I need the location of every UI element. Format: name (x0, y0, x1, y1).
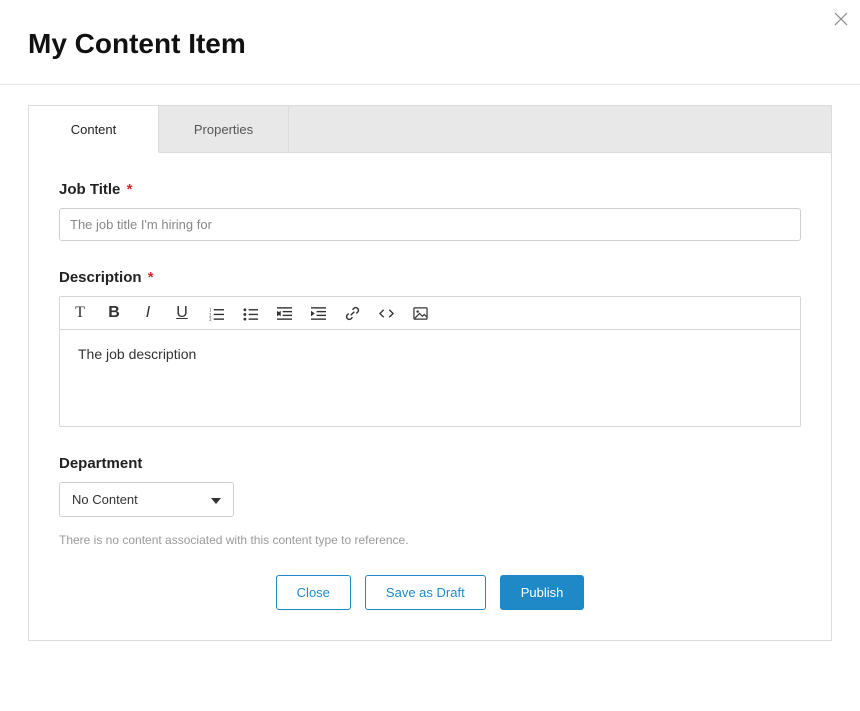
required-indicator: * (127, 181, 133, 198)
code-icon[interactable] (378, 305, 394, 321)
indent-icon[interactable] (310, 305, 326, 321)
publish-button[interactable]: Publish (500, 575, 585, 610)
department-hint: There is no content associated with this… (59, 533, 801, 547)
outdent-icon[interactable] (276, 305, 292, 321)
job-title-label: Job Title * (59, 181, 801, 198)
format-text-icon[interactable]: T (72, 305, 88, 321)
description-label-text: Description (59, 269, 142, 286)
field-department: Department No Content There is no conten… (59, 455, 801, 547)
close-button[interactable]: Close (276, 575, 351, 610)
close-icon[interactable] (834, 12, 848, 26)
job-title-input[interactable] (59, 208, 801, 241)
rich-text-editor: T B I U 123 (59, 296, 801, 427)
rte-toolbar: T B I U 123 (60, 297, 800, 330)
image-icon[interactable] (412, 305, 428, 321)
department-selected-value: No Content (72, 492, 138, 507)
save-draft-button[interactable]: Save as Draft (365, 575, 486, 610)
department-label: Department (59, 455, 801, 472)
chevron-down-icon (211, 492, 221, 507)
underline-icon[interactable]: U (174, 305, 190, 321)
svg-text:3: 3 (209, 318, 212, 321)
description-input[interactable]: The job description (60, 330, 800, 426)
dialog-header: My Content Item (0, 0, 860, 84)
ordered-list-icon[interactable]: 123 (208, 305, 224, 321)
tab-content[interactable]: Content (29, 106, 159, 153)
bold-icon[interactable]: B (106, 305, 122, 321)
department-select[interactable]: No Content (59, 482, 234, 517)
content-panel: Content Properties Job Title * Descripti… (28, 105, 832, 641)
description-label: Description * (59, 269, 801, 286)
field-description: Description * T B I U 123 (59, 269, 801, 427)
required-indicator: * (148, 269, 154, 286)
tab-bar: Content Properties (29, 106, 831, 153)
job-title-label-text: Job Title (59, 181, 120, 198)
page-title: My Content Item (28, 28, 832, 60)
italic-icon[interactable]: I (140, 305, 156, 321)
link-icon[interactable] (344, 305, 360, 321)
dialog-footer: Close Save as Draft Publish (59, 575, 801, 610)
field-job-title: Job Title * (59, 181, 801, 241)
unordered-list-icon[interactable] (242, 305, 258, 321)
tab-properties[interactable]: Properties (159, 106, 289, 152)
